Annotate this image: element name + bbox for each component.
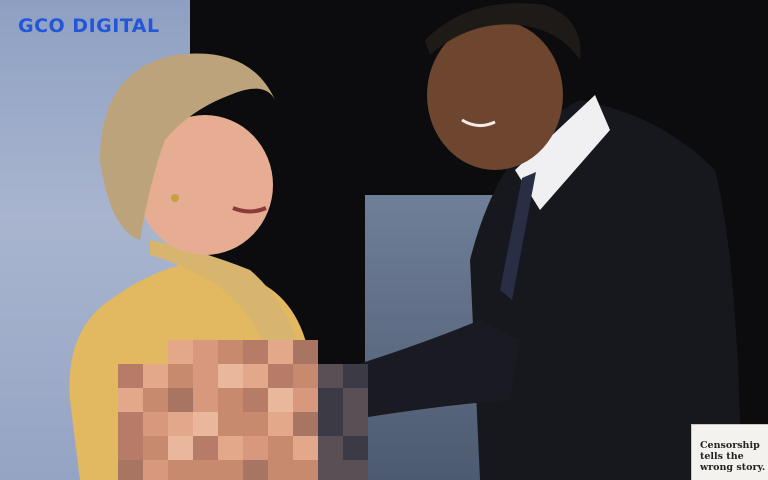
mosaic-tile bbox=[218, 340, 243, 365]
mosaic-tile bbox=[318, 388, 343, 413]
mosaic-tile bbox=[118, 364, 143, 389]
mosaic-tile bbox=[293, 460, 318, 480]
mosaic-tile bbox=[118, 388, 143, 413]
mosaic-tile bbox=[193, 412, 218, 437]
mosaic-tile bbox=[193, 340, 218, 365]
mosaic-tile bbox=[168, 412, 193, 437]
mosaic-tile bbox=[243, 388, 268, 413]
mosaic-tile bbox=[193, 364, 218, 389]
mosaic-tile bbox=[168, 364, 193, 389]
mosaic-tile bbox=[143, 412, 168, 437]
mosaic-tile bbox=[168, 460, 193, 480]
mosaic-tile bbox=[143, 364, 168, 389]
mosaic-tile bbox=[143, 388, 168, 413]
mosaic-tile bbox=[268, 388, 293, 413]
ad-tagline-card: Censorship tells the wrong story. bbox=[691, 424, 768, 480]
pixelated-censor-block bbox=[118, 340, 368, 480]
mosaic-tile bbox=[118, 460, 143, 480]
mosaic-tile bbox=[218, 388, 243, 413]
mosaic-tile bbox=[243, 340, 268, 365]
mosaic-tile bbox=[118, 436, 143, 461]
photo-illustration bbox=[69, 3, 740, 480]
mosaic-tile bbox=[343, 388, 368, 413]
mosaic-tile bbox=[268, 364, 293, 389]
mosaic-tile bbox=[218, 412, 243, 437]
man-face bbox=[427, 20, 563, 170]
mosaic-tile bbox=[193, 460, 218, 480]
mosaic-tile bbox=[318, 364, 343, 389]
man-figure bbox=[340, 3, 740, 480]
watermark-logo: GCO DIGITAL bbox=[18, 15, 160, 37]
mosaic-tile bbox=[243, 460, 268, 480]
mosaic-tile bbox=[318, 412, 343, 437]
mosaic-tile bbox=[243, 412, 268, 437]
mosaic-tile bbox=[293, 388, 318, 413]
mosaic-tile bbox=[318, 460, 343, 480]
mosaic-tile bbox=[343, 460, 368, 480]
mosaic-tile bbox=[293, 364, 318, 389]
photo-stage: GCO DIGITAL Censorship tells the wrong s… bbox=[0, 0, 768, 480]
mosaic-tile bbox=[243, 436, 268, 461]
mosaic-tile bbox=[218, 364, 243, 389]
mosaic-tile bbox=[343, 412, 368, 437]
mosaic-tile bbox=[243, 364, 268, 389]
mosaic-tile bbox=[143, 460, 168, 480]
mosaic-tile bbox=[293, 436, 318, 461]
mosaic-tile bbox=[268, 460, 293, 480]
mosaic-tile bbox=[268, 412, 293, 437]
mosaic-tile bbox=[168, 388, 193, 413]
mosaic-tile bbox=[218, 460, 243, 480]
mosaic-tile bbox=[168, 340, 193, 365]
mosaic-tile bbox=[293, 412, 318, 437]
mosaic-tile bbox=[168, 436, 193, 461]
ad-tagline-text: Censorship tells the wrong story. bbox=[700, 440, 766, 473]
mosaic-tile bbox=[193, 436, 218, 461]
mosaic-tile bbox=[293, 340, 318, 365]
mosaic-tile bbox=[268, 436, 293, 461]
mosaic-tile bbox=[143, 436, 168, 461]
mosaic-tile bbox=[318, 436, 343, 461]
mosaic-tile bbox=[193, 388, 218, 413]
mosaic-tile bbox=[218, 436, 243, 461]
mosaic-tile bbox=[343, 364, 368, 389]
mosaic-tile bbox=[343, 436, 368, 461]
mosaic-tile bbox=[118, 412, 143, 437]
mosaic-tile bbox=[268, 340, 293, 365]
